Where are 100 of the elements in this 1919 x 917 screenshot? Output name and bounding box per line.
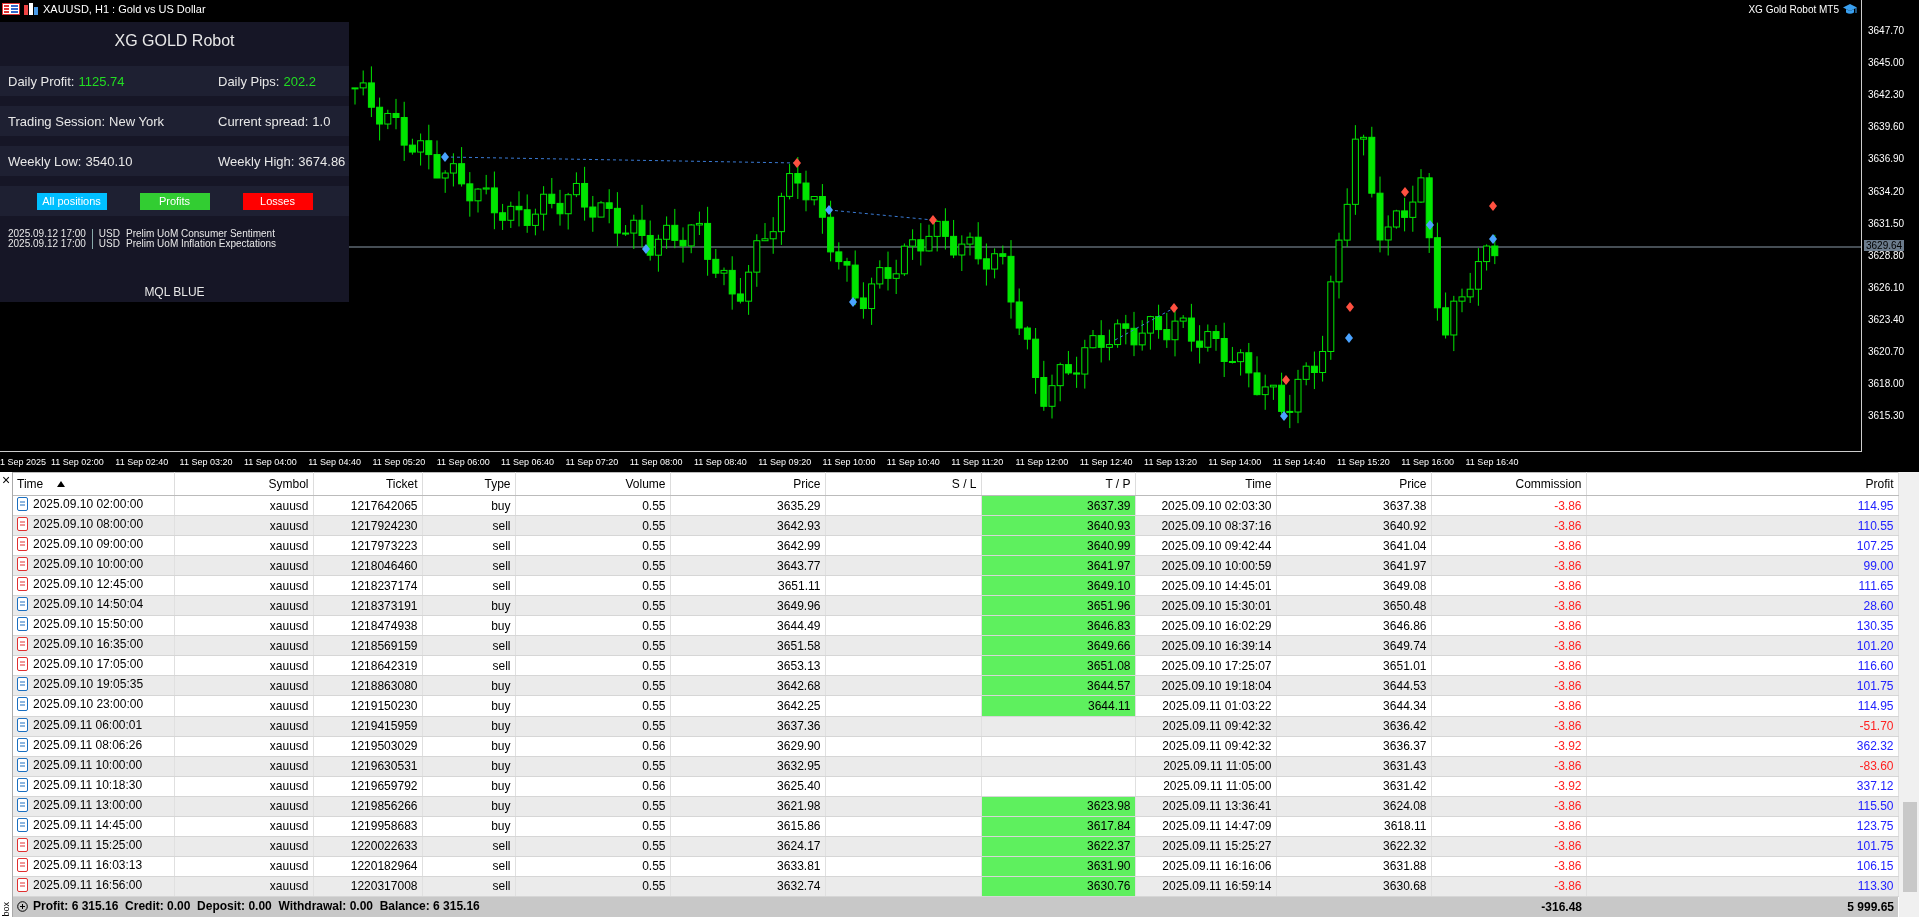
column-header[interactable]: Symbol <box>174 472 313 496</box>
open-time: 2025.09.11 06:00:01 <box>33 717 143 732</box>
table-cell: 3651.11 <box>670 575 825 596</box>
open-time: 2025.09.11 16:03:13 <box>33 857 143 872</box>
stat-value: 1.0 <box>312 113 331 129</box>
column-header[interactable]: Profit <box>1586 472 1898 496</box>
table-cell: 0.55 <box>515 655 670 676</box>
column-header[interactable]: S / L <box>825 472 981 496</box>
total-profit: 5 999.65 <box>1586 896 1898 917</box>
table-cell: 107.25 <box>1586 535 1898 556</box>
table-cell: 0.55 <box>515 856 670 877</box>
column-header[interactable]: Price <box>670 472 825 496</box>
stat-label: Trading Session: <box>8 113 106 129</box>
table-cell: 3641.04 <box>1276 535 1431 556</box>
table-cell: buy <box>422 695 515 716</box>
time-label: 11 Sep 15:20 <box>1336 457 1391 467</box>
open-time: 2025.09.10 17:05:00 <box>33 657 144 672</box>
price-label: 3634.20 <box>1868 185 1905 197</box>
time-label: 11 Sep 12:40 <box>1079 457 1134 467</box>
price-label: 3645.00 <box>1868 57 1905 69</box>
table-cell: 0.55 <box>515 695 670 716</box>
list-icon[interactable] <box>2 3 20 15</box>
open-time: 2025.09.11 15:25:00 <box>33 837 143 852</box>
price-label: 3628.80 <box>1868 249 1905 261</box>
table-cell: buy <box>422 615 515 636</box>
table-cell: sell <box>422 535 515 556</box>
price-label: 3626.10 <box>1868 281 1905 293</box>
open-time: 2025.09.10 16:35:00 <box>33 637 144 652</box>
table-cell: 3625.40 <box>670 776 825 797</box>
time-label: 11 Sep 04:40 <box>308 457 363 467</box>
table-cell: 2025.09.10 14:45:01 <box>1135 575 1276 596</box>
column-header[interactable]: Time <box>13 472 174 496</box>
scrollbar[interactable] <box>1898 472 1919 917</box>
open-time: 2025.09.10 14:50:04 <box>33 597 144 612</box>
table-cell: -3.92 <box>1431 736 1586 757</box>
news-currency: USD <box>98 239 120 249</box>
table-cell: 106.15 <box>1586 856 1898 877</box>
time-label: 11 Sep 04:00 <box>243 457 298 467</box>
open-time: 2025.09.10 23:00:00 <box>33 697 144 712</box>
time-label: 11 Sep 08:00 <box>629 457 684 467</box>
account-summary: Profit: 6 315.16 Credit: 0.00 Deposit: 0.00 Withdrawal: 0.00 Balance: 6 315.16 <box>33 899 480 914</box>
column-header[interactable]: Type <box>422 472 515 496</box>
price-label: 3618.00 <box>1868 378 1905 390</box>
table-cell: 3649.08 <box>1276 575 1431 596</box>
table-cell: 1217973223 <box>313 535 422 556</box>
table-cell: sell <box>422 655 515 676</box>
table-cell: buy <box>422 495 515 516</box>
stat-value: 3540.10 <box>85 153 133 169</box>
time-label: 11 Sep 16:40 <box>1465 457 1520 467</box>
column-header[interactable]: Ticket <box>313 472 422 496</box>
price-label: 3620.70 <box>1868 346 1905 357</box>
table-cell: xauusd <box>174 655 313 676</box>
graduation-cap-icon[interactable] <box>1843 4 1857 15</box>
table-cell: 2025.09.10 09:42:44 <box>1135 535 1276 556</box>
table-cell: 3653.13 <box>670 655 825 676</box>
open-time: 2025.09.10 08:00:00 <box>33 517 144 532</box>
time-label: 11 Sep 02:00 <box>51 457 105 467</box>
bar-chart-icon[interactable] <box>24 3 39 15</box>
table-cell: 1219150230 <box>313 695 422 716</box>
table-cell: 3651.01 <box>1276 655 1431 676</box>
price-label: 3636.90 <box>1868 153 1905 165</box>
table-cell: 2025.09.11 16:16:06 <box>1135 856 1276 877</box>
table-cell: 114.95 <box>1586 695 1898 716</box>
time-label: 11 Sep 06:40 <box>501 457 555 467</box>
table-cell: xauusd <box>174 615 313 636</box>
column-header[interactable]: T / P <box>981 472 1135 496</box>
open-time: 2025.09.10 02:00:00 <box>33 497 144 511</box>
table-cell: 2025.09.10 16:02:29 <box>1135 615 1276 636</box>
column-header[interactable]: Price <box>1276 472 1431 496</box>
open-time: 2025.09.11 10:00:00 <box>33 757 143 772</box>
scrollbar-thumb[interactable] <box>1902 802 1917 892</box>
table-cell: 0.56 <box>515 736 670 757</box>
open-time: 2025.09.10 10:00:00 <box>33 557 144 572</box>
column-header[interactable]: Time <box>1135 472 1276 496</box>
open-time: 2025.09.11 10:18:30 <box>33 777 143 792</box>
table-cell: xauusd <box>174 856 313 877</box>
close-button[interactable]: × <box>1 472 11 488</box>
filter-button[interactable]: Losses <box>242 192 313 210</box>
expert-name: XG Gold Robot MT5 <box>1748 4 1839 15</box>
open-time: 2025.09.10 09:00:00 <box>33 537 144 552</box>
open-time: 2025.09.10 15:50:00 <box>33 617 144 632</box>
time-label: 11 Sep 13:20 <box>1144 457 1198 467</box>
column-header[interactable]: Volume <box>515 472 670 496</box>
stat-value: 202.2 <box>283 73 316 89</box>
table-cell: -3.86 <box>1431 575 1586 596</box>
table-cell: 3646.86 <box>1276 615 1431 636</box>
table-cell: 3644.34 <box>1276 695 1431 716</box>
open-time: 2025.09.11 14:45:00 <box>33 817 143 832</box>
news-time: 2025.09.12 17:00 <box>8 239 86 249</box>
table-cell: 3615.86 <box>670 816 825 837</box>
time-label: 11 Sep 06:00 <box>436 457 491 467</box>
time-label: 11 Sep 10:40 <box>886 457 941 467</box>
table-cell: 0.55 <box>515 535 670 556</box>
expand-icon[interactable] <box>17 900 28 912</box>
table-cell: 130.35 <box>1586 615 1898 636</box>
table-cell: 111.65 <box>1586 575 1898 596</box>
column-header[interactable]: Commission <box>1431 472 1586 496</box>
open-time: 2025.09.11 16:56:00 <box>33 877 143 892</box>
table-cell: sell <box>422 575 515 596</box>
open-time: 2025.09.10 12:45:00 <box>33 577 144 592</box>
